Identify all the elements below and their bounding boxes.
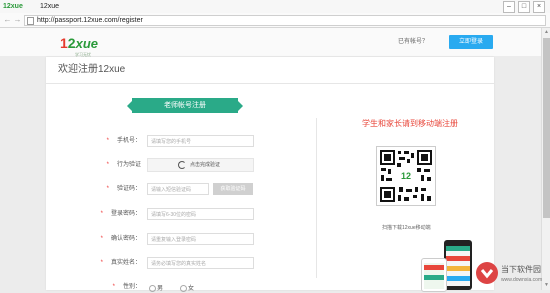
qr-code: 12 (376, 146, 436, 206)
app-logo-icon: 12xue (3, 3, 23, 10)
column-divider (316, 118, 317, 278)
scroll-thumb[interactable] (543, 38, 550, 218)
confirm-password-input[interactable]: 请重复输入登录密码 (147, 233, 254, 245)
refresh-icon (178, 161, 186, 169)
sms-code-input[interactable]: 请输入短信验证码 (147, 183, 209, 195)
window-title: 12xue (40, 3, 60, 10)
forward-arrow-icon[interactable]: → (13, 15, 22, 24)
qr-caption: 扫描下载12xue移动端 (382, 225, 431, 231)
gender-label: * 性别： (112, 284, 141, 290)
gender-male-label: 男 (157, 286, 164, 292)
captcha-text: 点击完成验证 (190, 162, 221, 168)
teacher-register-ribbon[interactable]: 老师帐号注册 (132, 98, 238, 113)
qr-code-graphic: 12 (380, 150, 432, 202)
page-title: 欢迎注册12xue (58, 64, 126, 75)
back-arrow-icon[interactable]: ← (3, 15, 12, 24)
realname-label: * 真实姓名： (100, 260, 141, 266)
scroll-down-icon[interactable]: ▼ (544, 282, 549, 288)
svg-text:12: 12 (401, 171, 411, 181)
gender-female-label: 女 (188, 286, 195, 292)
password-input[interactable]: 请填写6-30位的密码 (147, 208, 254, 220)
watermark-logo-icon (476, 262, 498, 284)
scroll-up-icon[interactable]: ▲ (544, 29, 549, 35)
phone-input[interactable]: 请填写您的手机号 (147, 135, 254, 147)
gender-male-radio[interactable] (149, 285, 156, 292)
title-divider (46, 83, 494, 84)
address-bar[interactable]: http://passport.12xue.com/register (24, 15, 546, 26)
login-button[interactable]: 立即登录 (449, 35, 493, 49)
page-icon (27, 17, 34, 25)
behavior-captcha[interactable]: 点击完成验证 (147, 158, 254, 172)
vertical-scrollbar[interactable]: ▲ ▼ (541, 28, 550, 290)
minimize-button[interactable]: – (503, 1, 515, 13)
site-logo[interactable]: 12xue (60, 34, 98, 52)
watermark: 当下软件园 www.downxia.com (476, 262, 542, 288)
maximize-button[interactable]: □ (518, 1, 530, 13)
gender-female-radio[interactable] (180, 285, 187, 292)
captcha-label: * 行为验证 (106, 162, 141, 168)
watermark-name: 当下软件园 (501, 265, 541, 274)
confirm-password-label: * 确认密码： (100, 236, 141, 242)
has-account-text: 已有帐号？ (398, 39, 429, 45)
realname-input[interactable]: 请务必填写您的真实姓名 (147, 257, 254, 269)
phone-mockup-image (444, 240, 472, 290)
ribbon-tail-right (238, 101, 243, 111)
get-code-button[interactable]: 获取验证码 (213, 183, 253, 195)
watermark-url: www.downxia.com (501, 277, 543, 283)
window-titlebar: 12xue 12xue – □ × (0, 0, 550, 14)
code-label: * 验证码： (106, 186, 141, 192)
address-url: http://passport.12xue.com/register (37, 17, 143, 24)
mobile-register-heading: 学生和家长请到移动端注册 (362, 119, 458, 128)
browser-navbar: ← → http://passport.12xue.com/register (0, 13, 550, 28)
phone-mockup-image-small (421, 258, 447, 292)
close-button[interactable]: × (533, 1, 545, 13)
phone-label: * 手机号： (106, 138, 141, 144)
password-label: * 登录密码： (100, 211, 141, 217)
